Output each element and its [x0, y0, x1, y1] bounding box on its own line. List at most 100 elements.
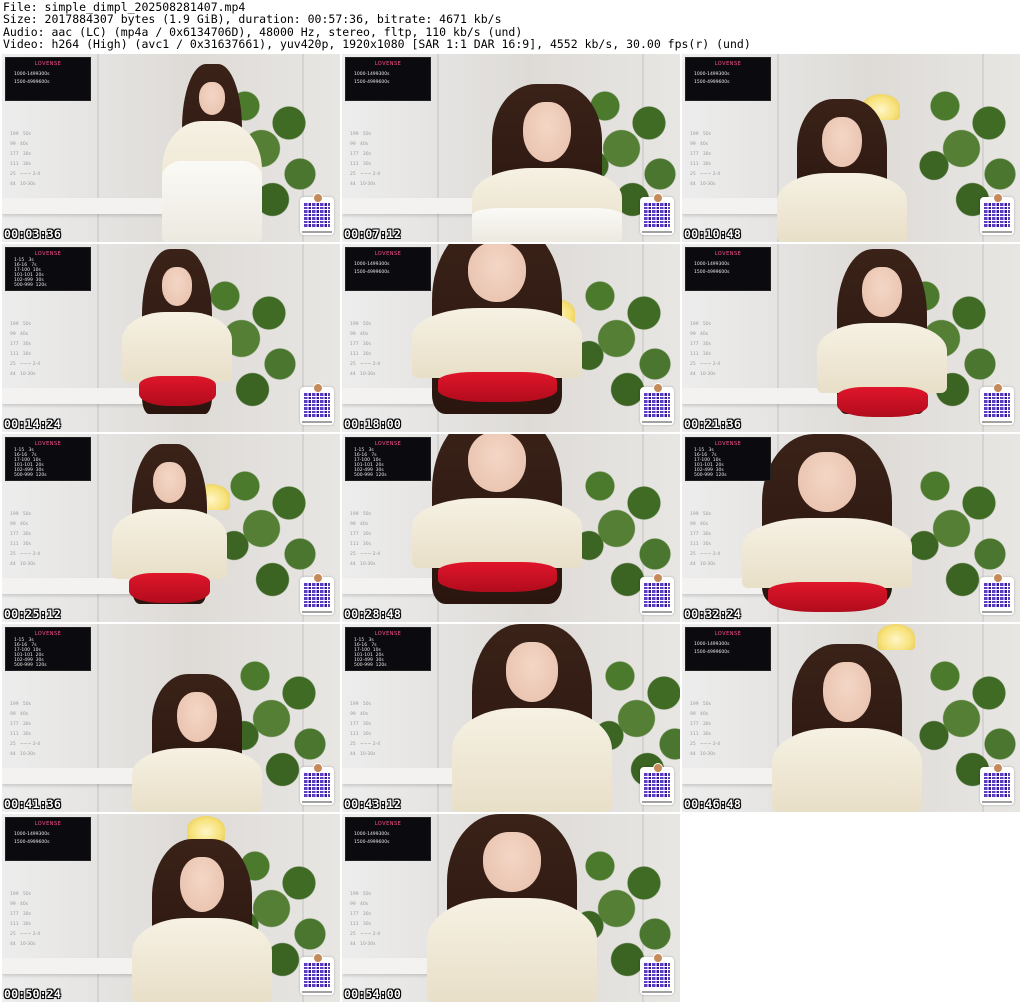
- qr-caption: [642, 231, 672, 233]
- qr-pattern: [984, 203, 1010, 227]
- tip-dim-row: 177 30s: [10, 152, 31, 157]
- tip-dim-row: 25 ~~~ 2-4: [10, 172, 41, 177]
- qr-caption: [982, 611, 1012, 613]
- tip-dim-row: 199 50s: [10, 322, 31, 327]
- avatar: [993, 193, 1003, 203]
- video-info-line: Video: h264 (High) (avc1 / 0x31637661), …: [3, 37, 751, 52]
- person: [112, 434, 227, 622]
- lovense-brand: LOVENSE: [374, 251, 402, 257]
- tip-dim-row: 44 10-30s: [690, 562, 716, 567]
- tip-menu-screen: LOVENSE 1000-1499300s 1500-4999600s: [685, 57, 771, 101]
- tip-dim-row: 99 40s: [10, 522, 29, 527]
- tip-dim-row: 44 10-30s: [10, 562, 36, 567]
- tip-dim-row: 177 30s: [690, 342, 711, 347]
- cream-top: [122, 311, 232, 382]
- thumbnail-timestamp: 00:14:24: [4, 417, 61, 431]
- file-info-header: File: simple_dimpl_202508281407.mp4 Size…: [3, 1, 751, 51]
- cream-top: [742, 518, 912, 588]
- tip-dim-row: 44 10-30s: [10, 752, 36, 757]
- lovense-brand: LOVENSE: [714, 631, 742, 637]
- tip-dim-row: 199 50s: [690, 322, 711, 327]
- tip-dim-row: 99 40s: [350, 332, 369, 337]
- tip-dim-row: 25 ~~~ 2-4: [690, 362, 721, 367]
- white-skirt: [162, 161, 262, 242]
- qr-code: [300, 573, 334, 615]
- tip-menu-screen: LOVENSE 1000-1499300s 1500-4999600s: [5, 57, 91, 101]
- red-bottom: [138, 375, 216, 406]
- red-bottom: [437, 372, 557, 402]
- tip-dim-row: 99 40s: [690, 712, 709, 717]
- thumbnail-timestamp: 00:18:00: [344, 417, 401, 431]
- tip-menu-screen: LOVENSE 1000-1499300s 1500-4999600s: [685, 247, 771, 291]
- thumbnail-timestamp: 00:03:36: [4, 227, 61, 241]
- qr-pattern: [644, 583, 670, 607]
- tip-dim-row: 199 50s: [690, 702, 711, 707]
- cream-top: [132, 918, 272, 1002]
- tip-menu-screen: LOVENSE 1-15 3s 16-16 7s 17-100 10s 101-101 …: [5, 437, 91, 481]
- cream-top: [112, 509, 227, 580]
- face: [522, 102, 572, 162]
- tip-dim-row: 99 40s: [690, 332, 709, 337]
- qr-pattern: [304, 203, 330, 227]
- cream-top: [427, 898, 597, 1002]
- qr-pattern: [644, 963, 670, 987]
- tip-dim-row: 111 30s: [10, 732, 31, 737]
- video-thumbnail: LOVENSE 1-15 3s 16-16 7s 17-100 10s 101-101 …: [682, 434, 1020, 622]
- qr-code: [640, 573, 674, 615]
- cream-top: [412, 498, 582, 568]
- qr-code: [980, 383, 1014, 425]
- tip-dim-row: 44 10-30s: [690, 372, 716, 377]
- tip-dim-row: 25 ~~~ 2-4: [350, 932, 381, 937]
- tip-dim-row: 111 30s: [10, 542, 31, 547]
- face: [862, 267, 902, 317]
- tip-dim-row: 177 30s: [350, 342, 371, 347]
- tip-dim-row: 44 10-30s: [690, 182, 716, 187]
- qr-code: [980, 763, 1014, 805]
- tip-menu-screen: LOVENSE 1-15 3s 16-16 7s 17-100 10s 101-101 …: [345, 437, 431, 481]
- qr-caption: [302, 421, 332, 423]
- tip-range: 1000-1499300s: [354, 72, 390, 77]
- tip-dim-row: 99 40s: [690, 522, 709, 527]
- tip-range: 1000-1499300s: [354, 832, 390, 837]
- tip-dim-row: 44 10-30s: [10, 372, 36, 377]
- person: [412, 244, 582, 432]
- lovense-brand: LOVENSE: [714, 251, 742, 257]
- tip-dim-row: 111 30s: [10, 162, 31, 167]
- qr-caption: [302, 611, 332, 613]
- face: [483, 832, 541, 892]
- qr-caption: [302, 231, 332, 233]
- tip-dim-row: 177 30s: [350, 152, 371, 157]
- tip-dim-row: 177 30s: [690, 722, 711, 727]
- tip-dim-row: 111 30s: [10, 922, 31, 927]
- qr-caption: [642, 611, 672, 613]
- qr-code: [640, 193, 674, 235]
- qr-pattern: [304, 963, 330, 987]
- avatar: [653, 193, 663, 203]
- face: [505, 642, 559, 702]
- tip-dim-row: 44 10-30s: [10, 182, 36, 187]
- tip-menu-screen: LOVENSE 1000-1499300s 1500-4999600s: [345, 817, 431, 861]
- tip-dim-row: 111 30s: [690, 162, 711, 167]
- tip-dim-row: 99 40s: [10, 142, 29, 147]
- tip-dim-row: 25 ~~~ 2-4: [350, 552, 381, 557]
- lovense-brand: LOVENSE: [34, 251, 62, 257]
- video-thumbnail: LOVENSE 1-15 3s 16-16 7s 17-100 10s 101-101 …: [2, 624, 340, 812]
- avatar: [653, 383, 663, 393]
- qr-pattern: [304, 393, 330, 417]
- qr-code: [300, 193, 334, 235]
- lovense-brand: LOVENSE: [34, 631, 62, 637]
- red-bottom: [129, 573, 210, 604]
- tip-menu-screen: LOVENSE 1-15 3s 16-16 7s 17-100 10s 101-101 …: [345, 627, 431, 671]
- tip-dim-row: 177 30s: [350, 912, 371, 917]
- qr-caption: [642, 991, 672, 993]
- tip-range: 1500-4999600s: [694, 270, 730, 275]
- lovense-brand: LOVENSE: [374, 631, 402, 637]
- qr-caption: [982, 421, 1012, 423]
- tip-dim-row: 199 50s: [350, 702, 371, 707]
- avatar: [313, 383, 323, 393]
- tip-range: 1000-1499300s: [354, 262, 390, 267]
- tip-range: 1500-4999600s: [14, 80, 50, 85]
- tip-dim-row: 99 40s: [350, 712, 369, 717]
- video-thumbnail: LOVENSE 1000-1499300s 1500-4999600s 199 50s…: [342, 54, 680, 242]
- video-thumbnail: LOVENSE 1000-1499300s 1500-4999600s 199 50s…: [2, 814, 340, 1002]
